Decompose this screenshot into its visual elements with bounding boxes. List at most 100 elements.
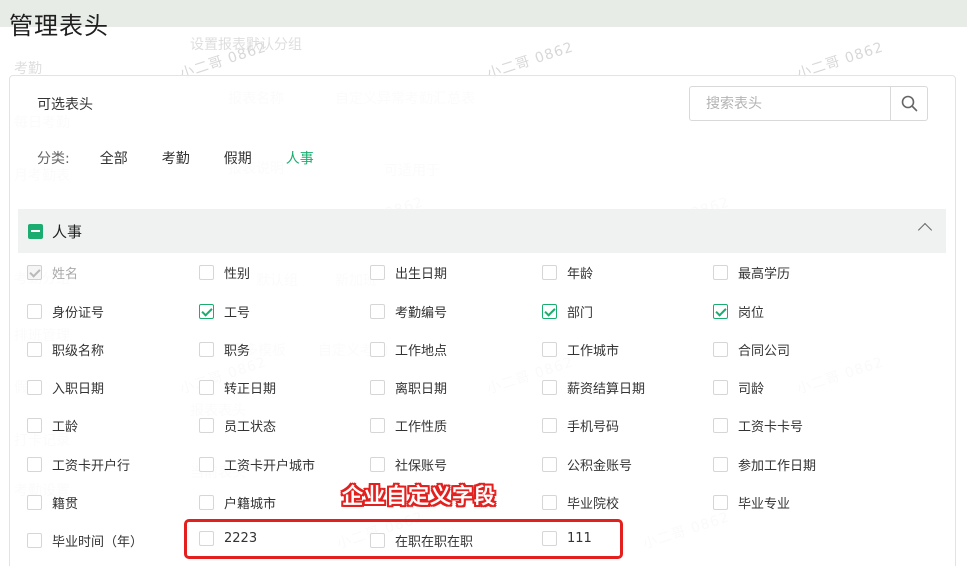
field-checkbox[interactable] xyxy=(713,265,728,280)
field-label: 工资卡开户行 xyxy=(52,459,131,474)
field-option[interactable]: 合同公司 xyxy=(713,340,790,359)
field-checkbox[interactable] xyxy=(542,380,557,395)
field-checkbox[interactable] xyxy=(370,265,385,280)
field-label: 考勤编号 xyxy=(395,306,448,321)
field-option[interactable]: 员工状态 xyxy=(199,416,276,435)
field-option[interactable]: 岗位 xyxy=(713,302,764,321)
field-label: 性别 xyxy=(224,267,251,282)
field-checkbox[interactable] xyxy=(199,495,214,510)
search-input[interactable] xyxy=(690,87,890,120)
tab-leave[interactable]: 假期 xyxy=(224,148,252,168)
field-option[interactable]: 工资卡卡号 xyxy=(713,416,803,435)
field-checkbox[interactable] xyxy=(199,418,214,433)
group-checkbox[interactable] xyxy=(28,223,43,239)
field-checkbox[interactable] xyxy=(370,304,385,319)
category-label: 分类: xyxy=(37,151,70,167)
field-checkbox[interactable] xyxy=(542,418,557,433)
field-option[interactable]: 出生日期 xyxy=(370,263,447,282)
field-checkbox[interactable] xyxy=(27,495,42,510)
field-option[interactable]: 年龄 xyxy=(542,263,593,282)
page-title: 管理表头 xyxy=(9,12,109,40)
field-label: 司龄 xyxy=(738,382,765,397)
field-checkbox[interactable] xyxy=(199,380,214,395)
field-checkbox[interactable] xyxy=(199,342,214,357)
custom-fields-annotation: 企业自定义字段 xyxy=(342,484,496,508)
field-label: 最高学历 xyxy=(738,267,791,282)
field-option[interactable]: 工资卡开户城市 xyxy=(199,455,315,474)
field-checkbox[interactable] xyxy=(27,304,42,319)
field-checkbox[interactable] xyxy=(370,380,385,395)
field-option[interactable]: 转正日期 xyxy=(199,378,276,397)
custom-fields-highlight xyxy=(184,519,623,559)
field-option[interactable]: 职级名称 xyxy=(27,340,104,359)
field-checkbox[interactable] xyxy=(27,457,42,472)
field-option[interactable]: 工号 xyxy=(199,302,250,321)
field-option[interactable]: 籍贯 xyxy=(27,493,78,512)
field-option[interactable]: 参加工作日期 xyxy=(713,455,816,474)
field-option[interactable]: 司龄 xyxy=(713,378,764,397)
field-option[interactable]: 性别 xyxy=(199,263,250,282)
field-checkbox[interactable] xyxy=(199,304,214,319)
field-checkbox[interactable] xyxy=(542,495,557,510)
field-option[interactable]: 公积金账号 xyxy=(542,455,632,474)
field-option[interactable]: 部门 xyxy=(542,302,593,321)
search-button[interactable] xyxy=(890,87,927,120)
field-option[interactable]: 最高学历 xyxy=(713,263,790,282)
field-label: 毕业专业 xyxy=(738,497,791,512)
field-option[interactable]: 工作地点 xyxy=(370,340,447,359)
optional-headers-label: 可选表头 xyxy=(37,97,93,113)
tab-all[interactable]: 全部 xyxy=(100,148,128,168)
field-option[interactable]: 身份证号 xyxy=(27,302,104,321)
tab-hr[interactable]: 人事 xyxy=(286,148,314,168)
field-option[interactable]: 工龄 xyxy=(27,416,78,435)
field-label: 工作地点 xyxy=(395,344,448,359)
field-option[interactable]: 社保账号 xyxy=(370,455,447,474)
field-checkbox[interactable] xyxy=(199,265,214,280)
field-option[interactable]: 工资卡开户行 xyxy=(27,455,130,474)
chevron-up-icon[interactable] xyxy=(917,222,933,238)
field-label: 职级名称 xyxy=(52,344,105,359)
field-checkbox[interactable] xyxy=(713,342,728,357)
field-checkbox[interactable] xyxy=(27,533,42,548)
field-checkbox xyxy=(27,265,42,280)
field-option[interactable]: 毕业院校 xyxy=(542,493,619,512)
field-option[interactable]: 离职日期 xyxy=(370,378,447,397)
field-checkbox[interactable] xyxy=(370,342,385,357)
field-label: 毕业时间（年） xyxy=(52,535,144,550)
field-option[interactable]: 工作性质 xyxy=(370,416,447,435)
field-option[interactable]: 薪资结算日期 xyxy=(542,378,645,397)
field-label: 岗位 xyxy=(738,306,765,321)
field-option[interactable]: 毕业专业 xyxy=(713,493,790,512)
field-option[interactable]: 入职日期 xyxy=(27,378,104,397)
field-checkbox[interactable] xyxy=(542,457,557,472)
field-checkbox[interactable] xyxy=(370,418,385,433)
field-option[interactable]: 职务 xyxy=(199,340,250,359)
field-option[interactable]: 户籍城市 xyxy=(199,493,276,512)
field-checkbox[interactable] xyxy=(713,418,728,433)
field-label: 入职日期 xyxy=(52,382,105,397)
field-label: 工作城市 xyxy=(567,344,620,359)
field-checkbox[interactable] xyxy=(542,265,557,280)
field-label: 户籍城市 xyxy=(224,497,277,512)
field-option[interactable]: 工作城市 xyxy=(542,340,619,359)
field-checkbox[interactable] xyxy=(27,380,42,395)
field-checkbox[interactable] xyxy=(542,304,557,319)
field-checkbox[interactable] xyxy=(27,342,42,357)
field-checkbox[interactable] xyxy=(542,342,557,357)
field-checkbox[interactable] xyxy=(713,304,728,319)
field-checkbox[interactable] xyxy=(713,380,728,395)
field-label: 姓名 xyxy=(52,267,79,282)
field-checkbox[interactable] xyxy=(713,495,728,510)
field-checkbox[interactable] xyxy=(713,457,728,472)
field-option[interactable]: 考勤编号 xyxy=(370,302,447,321)
field-label: 籍贯 xyxy=(52,497,79,512)
top-nav-bar xyxy=(0,0,967,27)
field-checkbox[interactable] xyxy=(27,418,42,433)
field-option: 姓名 xyxy=(27,263,78,282)
group-header-hr[interactable]: 人事 xyxy=(18,209,946,253)
field-option[interactable]: 手机号码 xyxy=(542,416,619,435)
field-option[interactable]: 毕业时间（年） xyxy=(27,531,143,550)
field-checkbox[interactable] xyxy=(199,457,214,472)
tab-attendance[interactable]: 考勤 xyxy=(162,148,190,168)
field-checkbox[interactable] xyxy=(370,457,385,472)
